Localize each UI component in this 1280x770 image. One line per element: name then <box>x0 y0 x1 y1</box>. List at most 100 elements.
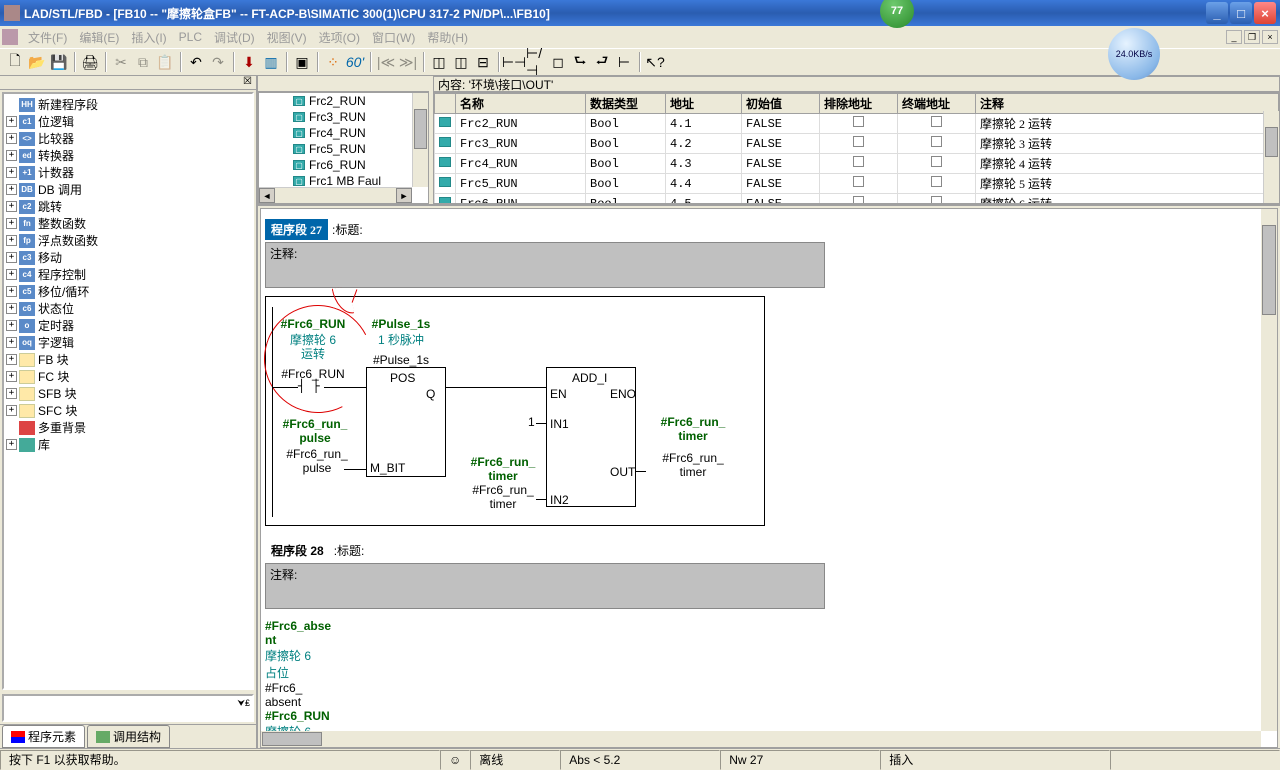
nav-item[interactable]: ▢Frc2_RUN <box>259 93 428 109</box>
first-icon[interactable]: |≪ <box>375 51 397 73</box>
paste-icon[interactable]: 📋 <box>154 51 176 73</box>
network-28-comment[interactable]: 注释: <box>265 563 825 609</box>
save-icon[interactable]: 💾 <box>48 51 70 73</box>
block2-icon[interactable]: ◫ <box>450 51 472 73</box>
instruction-tree[interactable]: HH新建程序段+c1位逻辑+<>比较器+ed转换器++1计数器+DBDB 调用+… <box>4 94 252 688</box>
conn-icon[interactable]: ⊢ <box>613 51 635 73</box>
new-icon[interactable]: 🗋 <box>4 51 26 73</box>
minimize-button[interactable]: _ <box>1206 2 1228 24</box>
tree-node[interactable]: +库 <box>6 436 250 453</box>
left-pane-close[interactable]: ☒ <box>0 76 256 90</box>
network-27-diagram[interactable]: #Frc6_RUN 摩擦轮 6 运转 #Frc6_RUN ┤ ├ POS Q M… <box>265 296 765 526</box>
col-header[interactable]: 名称 <box>456 94 586 114</box>
table-row[interactable]: Frc5_RUNBool4.4FALSE摩擦轮 5 运转 <box>435 174 1279 194</box>
tree-node[interactable]: +SFB 块 <box>6 385 250 402</box>
print-icon[interactable]: 🖨 <box>79 51 101 73</box>
download-icon[interactable]: ⬇ <box>238 51 260 73</box>
maximize-button[interactable]: □ <box>1230 2 1252 24</box>
redo-icon[interactable]: ↷ <box>207 51 229 73</box>
tree-node[interactable]: +c1位逻辑 <box>6 113 250 130</box>
tab-call-structure[interactable]: 调用结构 <box>87 725 170 748</box>
tree-node[interactable]: 多重背景 <box>6 419 250 436</box>
branch-open-icon[interactable]: ⮑ <box>569 51 591 73</box>
block1-icon[interactable]: ◫ <box>428 51 450 73</box>
block3-icon[interactable]: ⊟ <box>472 51 494 73</box>
menu-edit[interactable]: 编辑(E) <box>73 29 125 46</box>
table-row[interactable]: Frc4_RUNBool4.3FALSE摩擦轮 4 运转 <box>435 154 1279 174</box>
network-28-header[interactable]: 程序段 28 :标题: <box>265 540 1273 561</box>
glasses-icon[interactable]: 60' <box>344 51 366 73</box>
ladder-editor[interactable]: 程序段 27 :标题: 注释: #Frc6_RUN 摩擦轮 6 运转 #Frc6… <box>260 208 1278 748</box>
box-icon[interactable]: ◻ <box>547 51 569 73</box>
mdi-minimize[interactable]: _ <box>1226 30 1242 44</box>
menu-insert[interactable]: 插入(I) <box>125 29 172 46</box>
network-icon[interactable]: ⁘ <box>322 51 344 73</box>
tree-node[interactable]: +c4程序控制 <box>6 266 250 283</box>
tree-node[interactable]: +FB 块 <box>6 351 250 368</box>
tree-node[interactable]: HH新建程序段 <box>6 96 250 113</box>
grid-vscroll[interactable] <box>1263 111 1279 203</box>
branch-close-icon[interactable]: ⮐ <box>591 51 613 73</box>
contact-icon[interactable]: ⊢⊣ <box>503 51 525 73</box>
tree-node[interactable]: +c5移位/循环 <box>6 283 250 300</box>
filter-input[interactable]: ⮟₤ <box>2 694 254 722</box>
tree-node[interactable]: +ed转换器 <box>6 147 250 164</box>
network-28-diagram[interactable]: #Frc6_absent 摩擦轮 6 占位 #Frc6_absent #Frc6… <box>265 619 1273 709</box>
col-header[interactable]: 初始值 <box>742 94 820 114</box>
col-header[interactable]: 数据类型 <box>586 94 666 114</box>
help-pointer-icon[interactable]: ↖? <box>644 51 666 73</box>
tree-node[interactable]: +fn整数函数 <box>6 215 250 232</box>
close-button[interactable]: × <box>1254 2 1276 24</box>
network-27-header[interactable]: 程序段 27 :标题: <box>265 219 1273 240</box>
menu-plc[interactable]: PLC <box>173 30 208 44</box>
col-header[interactable]: 终端地址 <box>898 94 976 114</box>
open-icon[interactable]: 📂 <box>26 51 48 73</box>
mdi-close[interactable]: × <box>1262 30 1278 44</box>
tab-program-elements[interactable]: 程序元素 <box>2 725 85 748</box>
mdi-restore[interactable]: ❐ <box>1244 30 1260 44</box>
tree-node[interactable]: +o定时器 <box>6 317 250 334</box>
menu-options[interactable]: 选项(O) <box>313 29 366 46</box>
tree-node[interactable]: +c3移动 <box>6 249 250 266</box>
tree-node[interactable]: +oq字逻辑 <box>6 334 250 351</box>
menu-window[interactable]: 窗口(W) <box>366 29 421 46</box>
menu-view[interactable]: 视图(V) <box>261 29 313 46</box>
col-header[interactable] <box>435 94 456 114</box>
nav-item[interactable]: ▢Frc6_RUN <box>259 157 428 173</box>
nav-hscroll[interactable]: ◄► <box>259 187 412 203</box>
filter-dropdown-icon[interactable]: ⮟₤ <box>235 696 252 711</box>
module-icon[interactable]: ▥ <box>260 51 282 73</box>
tree-node[interactable]: +FC 块 <box>6 368 250 385</box>
tree-node[interactable]: +SFC 块 <box>6 402 250 419</box>
col-header[interactable]: 注释 <box>976 94 1279 114</box>
network-27-comment[interactable]: 注释: <box>265 242 825 288</box>
cut-icon[interactable]: ✂ <box>110 51 132 73</box>
variable-grid[interactable]: 名称数据类型地址初始值排除地址终端地址注释Frc2_RUNBool4.1FALS… <box>433 92 1280 204</box>
menu-file[interactable]: 文件(F) <box>22 29 73 46</box>
editor-vscroll[interactable] <box>1261 209 1277 731</box>
table-row[interactable]: Frc6_RUNBool4.5FALSE摩擦轮 6 运转 <box>435 194 1279 205</box>
copy-icon[interactable]: ⧉ <box>132 51 154 73</box>
col-header[interactable]: 排除地址 <box>820 94 898 114</box>
tree-node[interactable]: +DBDB 调用 <box>6 181 250 198</box>
col-header[interactable]: 地址 <box>666 94 742 114</box>
editor-hscroll[interactable] <box>261 731 1261 747</box>
tree-node[interactable]: +c6状态位 <box>6 300 250 317</box>
tree-node[interactable]: +fp浮点数函数 <box>6 232 250 249</box>
nav-vscroll[interactable] <box>412 93 428 187</box>
tree-node[interactable]: +<>比较器 <box>6 130 250 147</box>
table-row[interactable]: Frc2_RUNBool4.1FALSE摩擦轮 2 运转 <box>435 114 1279 134</box>
menu-help[interactable]: 帮助(H) <box>421 29 474 46</box>
nav-item[interactable]: ▢Frc4_RUN <box>259 125 428 141</box>
menu-debug[interactable]: 调试(D) <box>208 29 261 46</box>
interface-tree[interactable]: ▢Frc2_RUN▢Frc3_RUN▢Frc4_RUN▢Frc5_RUN▢Frc… <box>258 92 429 204</box>
table-row[interactable]: Frc3_RUNBool4.2FALSE摩擦轮 3 运转 <box>435 134 1279 154</box>
nav-item[interactable]: ▢Frc5_RUN <box>259 141 428 157</box>
nav-item[interactable]: ▢Frc3_RUN <box>259 109 428 125</box>
monitor-icon[interactable]: ▣ <box>291 51 313 73</box>
tree-node[interactable]: +c2跳转 <box>6 198 250 215</box>
tree-node[interactable]: ++1计数器 <box>6 164 250 181</box>
coil-icon[interactable]: ⊢/⊣ <box>525 51 547 73</box>
undo-icon[interactable]: ↶ <box>185 51 207 73</box>
last-icon[interactable]: ≫| <box>397 51 419 73</box>
